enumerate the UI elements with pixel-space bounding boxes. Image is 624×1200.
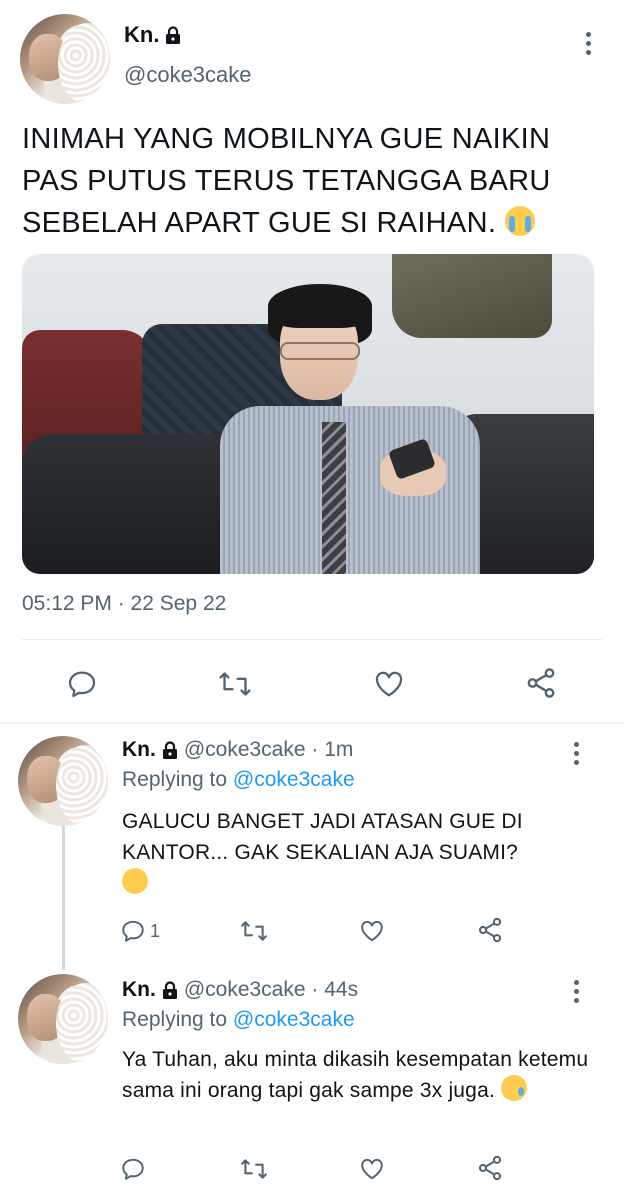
replying-to-link[interactable]: @coke3cake xyxy=(233,1008,355,1031)
tweet-timestamp[interactable]: 05:12 PM · 22 Sep 22 xyxy=(22,592,226,616)
face-holding-back-tears-emoji xyxy=(122,868,148,894)
replying-to: Replying to @coke3cake xyxy=(122,768,355,791)
reply-icon xyxy=(120,918,146,944)
loudly-crying-face-emoji xyxy=(504,206,535,236)
tweet-photo[interactable] xyxy=(22,254,594,574)
display-name[interactable]: Kn. xyxy=(124,22,159,48)
retweet-button[interactable] xyxy=(218,668,252,700)
handle-and-time[interactable]: @coke3cake · 44s xyxy=(184,978,358,1002)
replying-to: Replying to @coke3cake xyxy=(122,1008,355,1031)
lock-icon xyxy=(162,740,178,760)
like-button[interactable] xyxy=(358,918,386,944)
retweet-button[interactable] xyxy=(240,1156,268,1182)
retweet-icon xyxy=(218,668,252,700)
reply-text: GALUCU BANGET JADI ATASAN GUE DI KANTOR.… xyxy=(122,806,592,899)
like-icon xyxy=(358,1156,386,1182)
reply-author: Kn. @coke3cake · 44s xyxy=(122,978,358,1002)
display-name[interactable]: Kn. xyxy=(122,978,156,1002)
reply-count: 1 xyxy=(150,920,161,941)
share-icon xyxy=(476,1154,504,1182)
reply-icon xyxy=(120,1156,146,1182)
tweet-actions xyxy=(0,664,624,704)
reply-button[interactable]: 1 xyxy=(120,918,160,944)
like-button[interactable] xyxy=(372,668,406,700)
share-button[interactable] xyxy=(476,916,504,944)
main-tweet-author: Kn. xyxy=(124,22,181,48)
reply-avatar[interactable] xyxy=(18,736,108,826)
retweet-icon xyxy=(240,918,268,944)
more-options-icon[interactable] xyxy=(584,32,592,60)
section-separator xyxy=(0,722,624,724)
thread-line xyxy=(62,826,65,970)
handle[interactable]: @coke3cake xyxy=(124,62,252,88)
tweet-text: INIMAH YANG MOBILNYA GUE NAIKIN PAS PUTU… xyxy=(22,123,551,239)
lock-icon xyxy=(162,980,178,1000)
handle-and-time[interactable]: @coke3cake · 1m xyxy=(184,738,354,762)
reply-button[interactable] xyxy=(66,668,98,700)
more-options-icon[interactable] xyxy=(572,742,580,770)
reply-author: Kn. @coke3cake · 1m xyxy=(122,738,353,762)
main-tweet: Kn. @coke3cake INIMAH YANG MOBILNYA GUE … xyxy=(0,0,624,724)
retweet-icon xyxy=(240,1156,268,1182)
smiling-face-with-tear-emoji xyxy=(501,1075,528,1101)
share-icon xyxy=(476,916,504,944)
reply-button[interactable] xyxy=(120,1156,146,1182)
like-button[interactable] xyxy=(358,1156,386,1182)
retweet-button[interactable] xyxy=(240,918,268,944)
like-icon xyxy=(358,918,386,944)
like-icon xyxy=(372,668,406,700)
lock-icon xyxy=(165,25,181,45)
display-name[interactable]: Kn. xyxy=(122,738,156,762)
main-tweet-avatar[interactable] xyxy=(20,14,110,104)
more-options-icon[interactable] xyxy=(572,980,580,1008)
share-icon xyxy=(524,666,558,700)
share-button[interactable] xyxy=(524,666,558,700)
reply-icon xyxy=(66,668,98,700)
divider xyxy=(22,639,602,640)
replying-to-link[interactable]: @coke3cake xyxy=(233,768,355,791)
reply-avatar[interactable] xyxy=(18,974,108,1064)
share-button[interactable] xyxy=(476,1154,504,1182)
reply-text: Ya Tuhan, aku minta dikasih kesempatan k… xyxy=(122,1048,589,1102)
